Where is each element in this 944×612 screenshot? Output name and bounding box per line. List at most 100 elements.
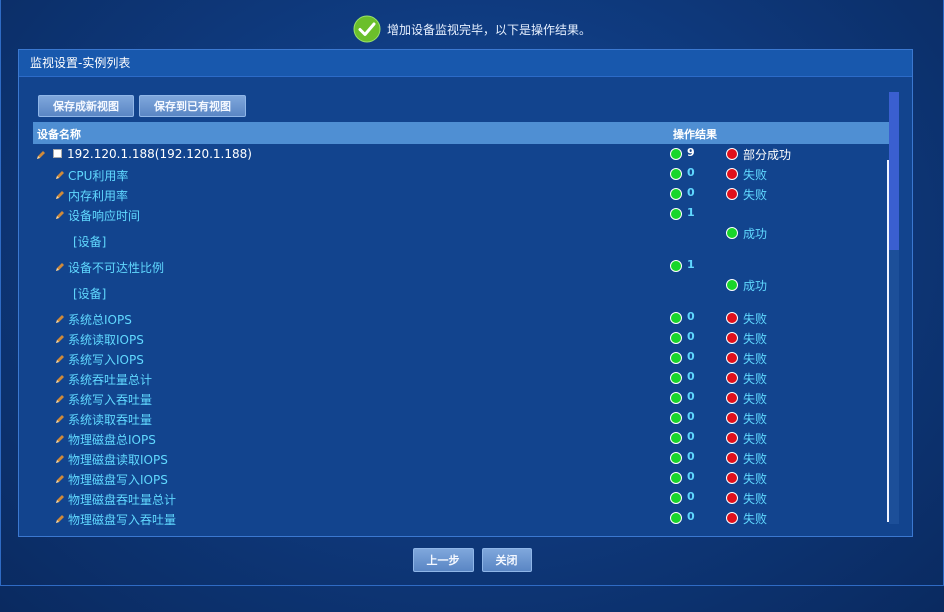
edit-pencil-icon[interactable] — [55, 261, 65, 271]
item-name[interactable]: 物理磁盘读取IOPS — [68, 451, 168, 468]
instance-count: 0 — [687, 390, 695, 403]
metric-row[interactable]: 物理磁盘读取IOPS 0 失败 — [33, 448, 889, 468]
item-name[interactable]: 设备不可达性比例 — [68, 259, 164, 276]
instance-count: 0 — [687, 186, 695, 199]
item-name[interactable]: 系统写入吞吐量 — [68, 391, 152, 408]
panel-title: 监视设置-实例列表 — [19, 50, 912, 77]
edit-pencil-icon[interactable] — [55, 373, 65, 383]
metric-row[interactable]: 设备响应时间 1 [设备] 成功 — [33, 204, 889, 256]
check-circle-icon — [353, 15, 381, 43]
metric-row[interactable]: 设备不可达性比例 1 [设备] 成功 — [33, 256, 889, 308]
metric-row[interactable]: 内存利用率 0 失败 — [33, 184, 889, 204]
metric-row[interactable]: 物理磁盘写入IOPS 0 失败 — [33, 468, 889, 488]
result-text: 失败 — [743, 352, 768, 366]
edit-pencil-icon[interactable] — [55, 493, 65, 503]
edit-pencil-icon[interactable] — [55, 169, 65, 179]
count-status-icon — [670, 452, 682, 464]
item-name[interactable]: 系统读取吞吐量 — [68, 411, 152, 428]
metric-row[interactable]: 系统读取IOPS 0 失败 — [33, 328, 889, 348]
instance-scope-label: [设备] — [73, 235, 107, 249]
toolbar: 保存成新视图 保存到已有视图 — [38, 95, 246, 117]
grid-body: 192.120.1.188(192.120.1.188) 9 部分成功 CPU利用率 0… — [33, 144, 889, 528]
footer-buttons: 上一步 关闭 — [0, 548, 944, 572]
metric-row[interactable]: 物理磁盘写入吞吐量 0 失败 — [33, 508, 889, 528]
instance-count: 0 — [687, 490, 695, 503]
item-name[interactable]: 设备响应时间 — [68, 207, 140, 224]
column-header-result: 操作结果 — [673, 128, 717, 141]
result-text: 失败 — [743, 372, 768, 386]
close-button[interactable]: 关闭 — [481, 548, 532, 572]
column-header-device-name: 设备名称 — [37, 128, 81, 141]
count-status-icon — [670, 432, 682, 444]
grid-header: 设备名称 操作结果 — [33, 122, 889, 144]
edit-pencil-icon[interactable] — [55, 413, 65, 423]
result-text: 失败 — [743, 492, 768, 506]
edit-pencil-icon[interactable] — [55, 189, 65, 199]
count-status-icon — [670, 312, 682, 324]
result-text: 失败 — [743, 332, 768, 346]
result-status-icon — [726, 148, 738, 160]
metric-row[interactable]: 物理磁盘总IOPS 0 失败 — [33, 428, 889, 448]
result-status-icon — [726, 227, 738, 239]
item-name[interactable]: 物理磁盘写入IOPS — [68, 471, 168, 488]
edit-pencil-icon[interactable] — [55, 209, 65, 219]
result-text: 失败 — [743, 512, 768, 526]
count-status-icon — [670, 168, 682, 180]
result-text: 失败 — [743, 412, 768, 426]
edit-pencil-icon[interactable] — [55, 513, 65, 523]
count-status-icon — [670, 472, 682, 484]
edit-pencil-icon[interactable] — [55, 393, 65, 403]
count-status-icon — [670, 260, 682, 272]
item-name[interactable]: CPU利用率 — [68, 167, 128, 184]
scrollbar-thumb[interactable] — [889, 92, 899, 250]
metric-row[interactable]: 系统吞吐量总计 0 失败 — [33, 368, 889, 388]
item-name[interactable]: 系统吞吐量总计 — [68, 371, 152, 388]
result-status-icon — [726, 432, 738, 444]
count-status-icon — [670, 412, 682, 424]
item-name[interactable]: 系统写入IOPS — [68, 351, 144, 368]
metric-row[interactable]: 系统读取吞吐量 0 失败 — [33, 408, 889, 428]
edit-pencil-icon[interactable] — [55, 333, 65, 343]
vertical-scrollbar[interactable] — [889, 92, 899, 524]
result-status-icon — [726, 392, 738, 404]
item-name[interactable]: 192.120.1.188(192.120.1.188) — [67, 147, 252, 161]
save-as-new-view-button[interactable]: 保存成新视图 — [38, 95, 134, 117]
item-name[interactable]: 物理磁盘吞吐量总计 — [68, 491, 176, 508]
item-name[interactable]: 系统总IOPS — [68, 311, 132, 328]
edit-pencil-icon[interactable] — [36, 149, 46, 159]
result-grid: 设备名称 操作结果 192.120.1.188(192.120.1.188) 9 部… — [33, 122, 889, 528]
result-status-icon — [726, 312, 738, 324]
device-row[interactable]: 192.120.1.188(192.120.1.188) 9 部分成功 — [33, 144, 889, 164]
previous-step-button[interactable]: 上一步 — [412, 548, 474, 572]
instance-count: 0 — [687, 166, 695, 179]
result-status-icon — [726, 412, 738, 424]
item-name[interactable]: 内存利用率 — [68, 187, 128, 204]
result-text: 失败 — [743, 472, 768, 486]
count-status-icon — [670, 148, 682, 160]
instance-count: 0 — [687, 370, 695, 383]
instance-count: 0 — [687, 430, 695, 443]
instance-count: 0 — [687, 310, 695, 323]
edit-pencil-icon[interactable] — [55, 313, 65, 323]
metric-row[interactable]: 系统总IOPS 0 失败 — [33, 308, 889, 328]
metric-row[interactable]: CPU利用率 0 失败 — [33, 164, 889, 184]
edit-pencil-icon[interactable] — [55, 433, 65, 443]
item-name[interactable]: 系统读取IOPS — [68, 331, 144, 348]
result-text: 成功 — [743, 279, 768, 293]
edit-pencil-icon[interactable] — [55, 353, 65, 363]
item-name[interactable]: 物理磁盘总IOPS — [68, 431, 156, 448]
result-text: 失败 — [743, 312, 768, 326]
metric-row[interactable]: 系统写入吞吐量 0 失败 — [33, 388, 889, 408]
device-checkbox[interactable] — [53, 149, 62, 158]
save-to-existing-view-button[interactable]: 保存到已有视图 — [139, 95, 246, 117]
edit-pencil-icon[interactable] — [55, 453, 65, 463]
instance-count: 9 — [687, 146, 695, 159]
count-status-icon — [670, 352, 682, 364]
count-status-icon — [670, 512, 682, 524]
edit-pencil-icon[interactable] — [55, 473, 65, 483]
count-status-icon — [670, 332, 682, 344]
item-name[interactable]: 物理磁盘写入吞吐量 — [68, 511, 176, 528]
metric-row[interactable]: 系统写入IOPS 0 失败 — [33, 348, 889, 368]
count-status-icon — [670, 372, 682, 384]
metric-row[interactable]: 物理磁盘吞吐量总计 0 失败 — [33, 488, 889, 508]
